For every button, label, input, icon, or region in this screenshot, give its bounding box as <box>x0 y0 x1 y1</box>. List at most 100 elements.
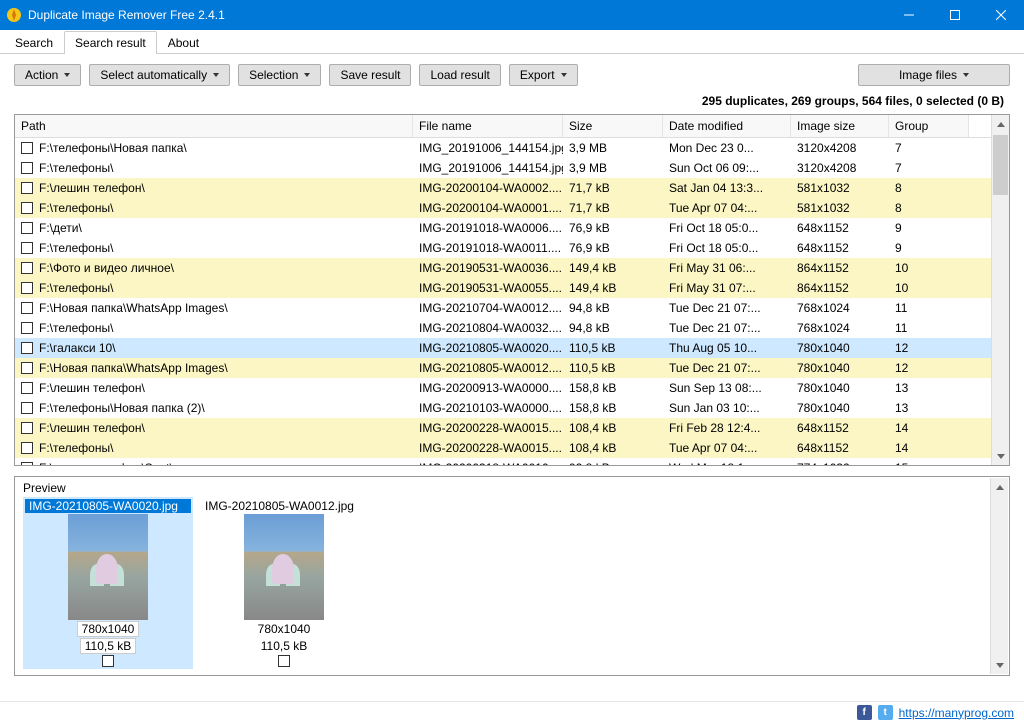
thumb-image <box>68 514 148 620</box>
action-button[interactable]: Action <box>14 64 81 86</box>
save-result-button[interactable]: Save result <box>329 64 411 86</box>
table-row[interactable]: F:\галакси 10\IMG-20210805-WA0020....110… <box>15 338 991 358</box>
thumb-checkbox[interactable] <box>102 655 114 667</box>
table-row[interactable]: F:\телефоны\Новая папка\IMG_20191006_144… <box>15 138 991 158</box>
cell-date: Sun Jan 03 10:... <box>663 400 791 416</box>
cell-date: Thu Aug 05 10... <box>663 340 791 356</box>
vertical-scrollbar[interactable] <box>991 115 1009 465</box>
thumb-checkbox[interactable] <box>278 655 290 667</box>
cell-image-size: 3120x4208 <box>791 160 889 176</box>
cell-path: F:\лешин телефон\ <box>39 381 145 395</box>
cell-group: 11 <box>889 320 969 336</box>
row-checkbox[interactable] <box>21 422 33 434</box>
cell-group: 7 <box>889 160 969 176</box>
tab-search-result[interactable]: Search result <box>64 31 157 54</box>
preview-thumb[interactable]: IMG-20210805-WA0020.jpg780x1040110,5 kB <box>23 497 193 669</box>
table-row[interactable]: F:\лешин телефон\IMG-20200228-WA0015....… <box>15 418 991 438</box>
table-row[interactable]: F:\телефоны\IMG-20200104-WA0001....71,7 … <box>15 198 991 218</box>
table-row[interactable]: F:\Фото и видео личное\IMG-20190531-WA00… <box>15 258 991 278</box>
row-checkbox[interactable] <box>21 302 33 314</box>
row-checkbox[interactable] <box>21 362 33 374</box>
row-checkbox[interactable] <box>21 142 33 154</box>
selection-label: Selection <box>249 68 298 82</box>
row-checkbox[interactable] <box>21 202 33 214</box>
preview-label: Preview <box>23 481 1001 495</box>
table-row[interactable]: F:\дети\IMG-20191018-WA0006....76,9 kBFr… <box>15 218 991 238</box>
table-row[interactable]: F:\Новая папка\WhatsApp Images\IMG-20210… <box>15 298 991 318</box>
cell-size: 3,9 MB <box>563 160 663 176</box>
scroll-down-button[interactable] <box>992 447 1009 465</box>
selection-button[interactable]: Selection <box>238 64 321 86</box>
cell-date: Tue Dec 21 07:... <box>663 360 791 376</box>
cell-group: 14 <box>889 420 969 436</box>
cell-size: 149,4 kB <box>563 280 663 296</box>
row-checkbox[interactable] <box>21 402 33 414</box>
cell-path: F:\телефоны\ <box>39 281 113 295</box>
col-path[interactable]: Path <box>15 115 413 137</box>
cell-date: Tue Apr 07 04:... <box>663 440 791 456</box>
scroll-up-button[interactable] <box>992 115 1009 133</box>
col-image-size[interactable]: Image size <box>791 115 889 137</box>
row-checkbox[interactable] <box>21 442 33 454</box>
chevron-down-icon <box>561 73 567 77</box>
table-row[interactable]: F:\телефоны\IMG-20210804-WA0032....94,8 … <box>15 318 991 338</box>
cell-path: F:\телефоны\ <box>39 441 113 455</box>
load-result-button[interactable]: Load result <box>419 64 500 86</box>
row-checkbox[interactable] <box>21 462 33 465</box>
scroll-thumb[interactable] <box>993 135 1008 195</box>
table-row[interactable]: F:\Новая папка\WhatsApp Images\IMG-20210… <box>15 358 991 378</box>
cell-path: F:\галакси 10\ <box>39 341 116 355</box>
cell-filename: IMG-20200104-WA0001.... <box>413 200 563 216</box>
col-date[interactable]: Date modified <box>663 115 791 137</box>
action-label: Action <box>25 68 58 82</box>
scroll-down-button[interactable] <box>991 656 1008 674</box>
preview-scrollbar[interactable] <box>990 478 1008 674</box>
row-checkbox[interactable] <box>21 322 33 334</box>
cell-date: Sat Jan 04 13:3... <box>663 180 791 196</box>
row-checkbox[interactable] <box>21 282 33 294</box>
thumb-image <box>244 514 324 620</box>
scroll-up-button[interactable] <box>991 478 1008 496</box>
row-checkbox[interactable] <box>21 262 33 274</box>
table-row[interactable]: F:\телефоны\IMG_20191006_144154.jpg3,9 M… <box>15 158 991 178</box>
table-row[interactable]: F:\телефоны\Новая папка (2)\IMG-20210103… <box>15 398 991 418</box>
image-files-button[interactable]: Image files <box>858 64 1010 86</box>
row-checkbox[interactable] <box>21 222 33 234</box>
export-label: Export <box>520 68 555 82</box>
tab-search[interactable]: Search <box>4 31 64 54</box>
col-group[interactable]: Group <box>889 115 969 137</box>
table-row[interactable]: F:\лешин телефон\IMG-20200913-WA0000....… <box>15 378 991 398</box>
table-row[interactable]: F:\лешин телефон\IMG-20200104-WA0002....… <box>15 178 991 198</box>
tab-about[interactable]: About <box>157 31 210 54</box>
titlebar[interactable]: Duplicate Image Remover Free 2.4.1 <box>0 0 1024 30</box>
table-row[interactable]: F:\лешин телефон\Sent\IMG-20200318-WA001… <box>15 458 991 465</box>
cell-size: 158,8 kB <box>563 400 663 416</box>
facebook-icon[interactable]: f <box>857 705 872 720</box>
table-row[interactable]: F:\телефоны\IMG-20190531-WA0055....149,4… <box>15 278 991 298</box>
cell-image-size: 768x1024 <box>791 320 889 336</box>
cell-size: 94,8 kB <box>563 320 663 336</box>
export-button[interactable]: Export <box>509 64 578 86</box>
close-button[interactable] <box>978 0 1024 30</box>
table-row[interactable]: F:\телефоны\IMG-20200228-WA0015....108,4… <box>15 438 991 458</box>
cell-size: 110,5 kB <box>563 340 663 356</box>
row-checkbox[interactable] <box>21 382 33 394</box>
minimize-button[interactable] <box>886 0 932 30</box>
cell-group: 8 <box>889 200 969 216</box>
col-size[interactable]: Size <box>563 115 663 137</box>
maximize-button[interactable] <box>932 0 978 30</box>
cell-size: 108,4 kB <box>563 420 663 436</box>
footer: f t https://manyprog.com <box>0 701 1024 723</box>
twitter-icon[interactable]: t <box>878 705 893 720</box>
row-checkbox[interactable] <box>21 242 33 254</box>
row-checkbox[interactable] <box>21 182 33 194</box>
cell-filename: IMG-20210805-WA0012.... <box>413 360 563 376</box>
select-automatically-button[interactable]: Select automatically <box>89 64 230 86</box>
table-row[interactable]: F:\телефоны\IMG-20191018-WA0011....76,9 … <box>15 238 991 258</box>
cell-group: 13 <box>889 400 969 416</box>
row-checkbox[interactable] <box>21 162 33 174</box>
col-filename[interactable]: File name <box>413 115 563 137</box>
preview-thumb[interactable]: IMG-20210805-WA0012.jpg780x1040110,5 kB <box>199 497 369 669</box>
row-checkbox[interactable] <box>21 342 33 354</box>
website-link[interactable]: https://manyprog.com <box>899 706 1014 720</box>
